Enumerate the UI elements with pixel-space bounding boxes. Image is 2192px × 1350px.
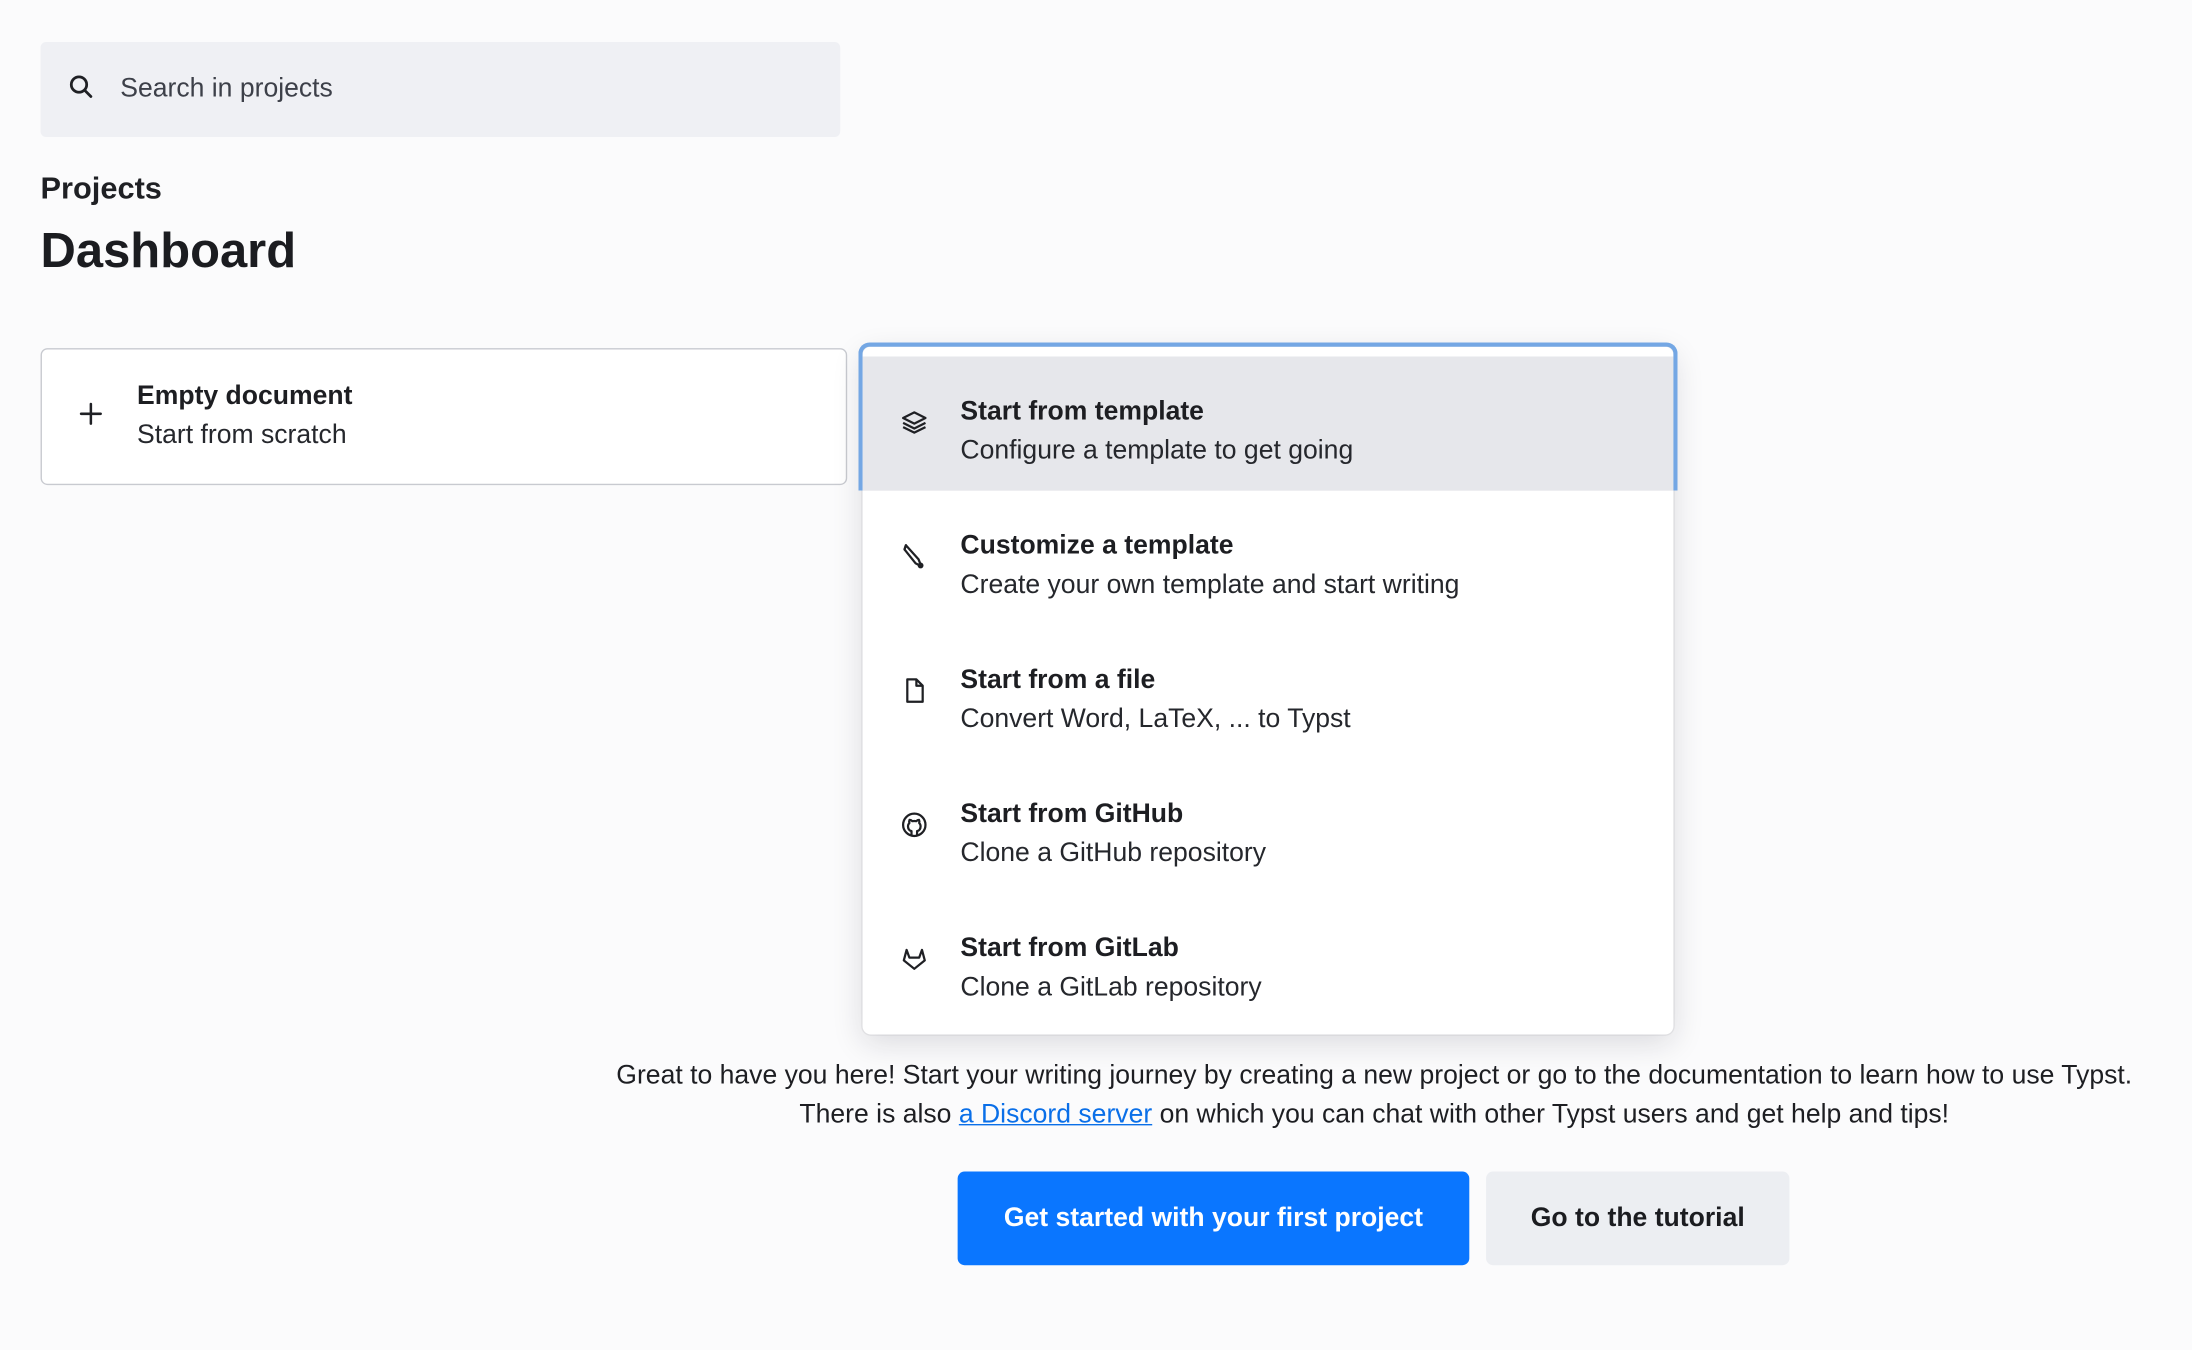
search-bar[interactable]: Search in projects [40,41,841,138]
layers-icon [900,408,928,436]
go-to-tutorial-button[interactable]: Go to the tutorial [1486,1171,1790,1266]
search-input[interactable]: Search in projects [120,74,333,105]
menu-item-title: Start from GitLab [960,933,1179,964]
welcome-line-1: Great to have you here! Start your writi… [616,1061,2133,1091]
empty-document-title: Empty document [137,381,353,412]
menu-item-subtitle: Configure a template to get going [960,436,1354,466]
menu-item-title: Customize a template [960,531,1234,561]
breadcrumb[interactable]: Projects [41,171,162,207]
menu-item-subtitle: Clone a GitHub repository [960,838,1267,869]
menu-item-subtitle: Clone a GitLab repository [960,973,1262,1003]
menu-item-customize-template[interactable]: Customize a template Create your own tem… [863,491,1674,625]
menu-item-title: Start from a file [960,665,1156,695]
pen-nib-icon [900,542,928,570]
menu-item-subtitle: Create your own template and start writi… [960,570,1460,600]
menu-item-start-from-gitlab[interactable]: Start from GitLab Clone a GitLab reposit… [863,893,1674,1027]
discord-server-link[interactable]: a Discord server [959,1100,1152,1129]
get-started-button[interactable]: Get started with your first project [957,1171,1470,1266]
welcome-line-2: There is also a Discord server on which … [559,1096,2189,1135]
file-icon [900,677,928,705]
plus-icon [77,400,105,428]
menu-item-start-from-file[interactable]: Start from a file Convert Word, LaTeX, .… [863,625,1674,759]
new-project-menu: Start from template Configure a template… [862,346,1674,1035]
gitlab-icon [900,945,928,973]
menu-item-title: Start from template [960,397,1204,427]
menu-item-start-from-github[interactable]: Start from GitHub Clone a GitHub reposit… [863,759,1674,893]
welcome-line-2-before: There is also [799,1100,959,1130]
menu-item-title: Start from GitHub [960,799,1184,830]
menu-item-start-from-template[interactable]: Start from template Configure a template… [862,356,1674,491]
menu-item-subtitle: Convert Word, LaTeX, ... to Typst [960,704,1351,734]
welcome-message: Great to have you here! Start your writi… [559,1057,2189,1135]
github-icon [900,811,928,839]
empty-document-subtitle: Start from scratch [137,420,347,451]
empty-document-button[interactable]: Empty document Start from scratch [40,348,848,486]
welcome-line-2-after: on which you can chat with other Typst u… [1152,1100,1950,1130]
page-title: Dashboard [40,223,297,279]
search-icon [69,73,94,105]
